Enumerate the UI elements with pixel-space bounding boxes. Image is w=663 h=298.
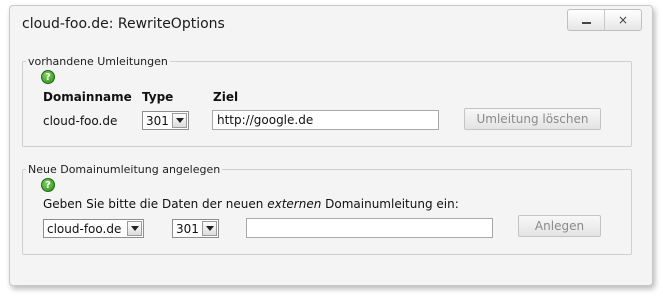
help-icon[interactable]: ?: [41, 178, 55, 192]
new-domain-select[interactable]: cloud-foo.de: [43, 219, 144, 238]
delete-redirect-button[interactable]: Umleitung löschen: [464, 108, 601, 130]
minimize-icon: [581, 22, 591, 24]
existing-domain-name: cloud-foo.de: [43, 114, 118, 128]
window-title: cloud-foo.de: RewriteOptions: [22, 16, 225, 32]
column-header-type: Type: [142, 90, 174, 104]
instruction-text-emphasis: externen: [267, 197, 322, 211]
title-bar[interactable]: cloud-foo.de: RewriteOptions ×: [10, 6, 652, 40]
help-icon[interactable]: ?: [41, 70, 55, 84]
instruction-text-start: Geben Sie bitte die Daten der neuen: [43, 197, 268, 211]
chevron-down-icon[interactable]: [127, 221, 142, 236]
new-type-select[interactable]: 301: [172, 219, 219, 238]
existing-target-input[interactable]: http://google.de: [212, 110, 439, 130]
close-icon: ×: [617, 13, 629, 27]
existing-redirects-legend: vorhandene Umleitungen: [28, 55, 168, 68]
new-redirect-legend: Neue Domainumleitung angelegen: [28, 163, 221, 176]
column-header-target: Ziel: [213, 90, 239, 104]
close-button[interactable]: ×: [604, 10, 641, 30]
chevron-down-icon[interactable]: [202, 221, 217, 236]
new-type-value: 301: [176, 221, 199, 236]
new-target-input[interactable]: [246, 218, 493, 238]
minimize-button[interactable]: [568, 10, 604, 30]
new-domain-value: cloud-foo.de: [47, 221, 122, 236]
instruction-text-end: Domainumleitung ein:: [321, 197, 459, 211]
existing-type-select[interactable]: 301: [142, 111, 189, 130]
column-header-domain: Domainname: [43, 90, 132, 104]
window-controls: ×: [567, 9, 642, 31]
chevron-down-icon[interactable]: [172, 113, 187, 128]
existing-type-value: 301: [146, 113, 169, 128]
new-redirect-instruction: Geben Sie bitte die Daten der neuen exte…: [43, 197, 459, 211]
create-redirect-button[interactable]: Anlegen: [518, 215, 601, 237]
